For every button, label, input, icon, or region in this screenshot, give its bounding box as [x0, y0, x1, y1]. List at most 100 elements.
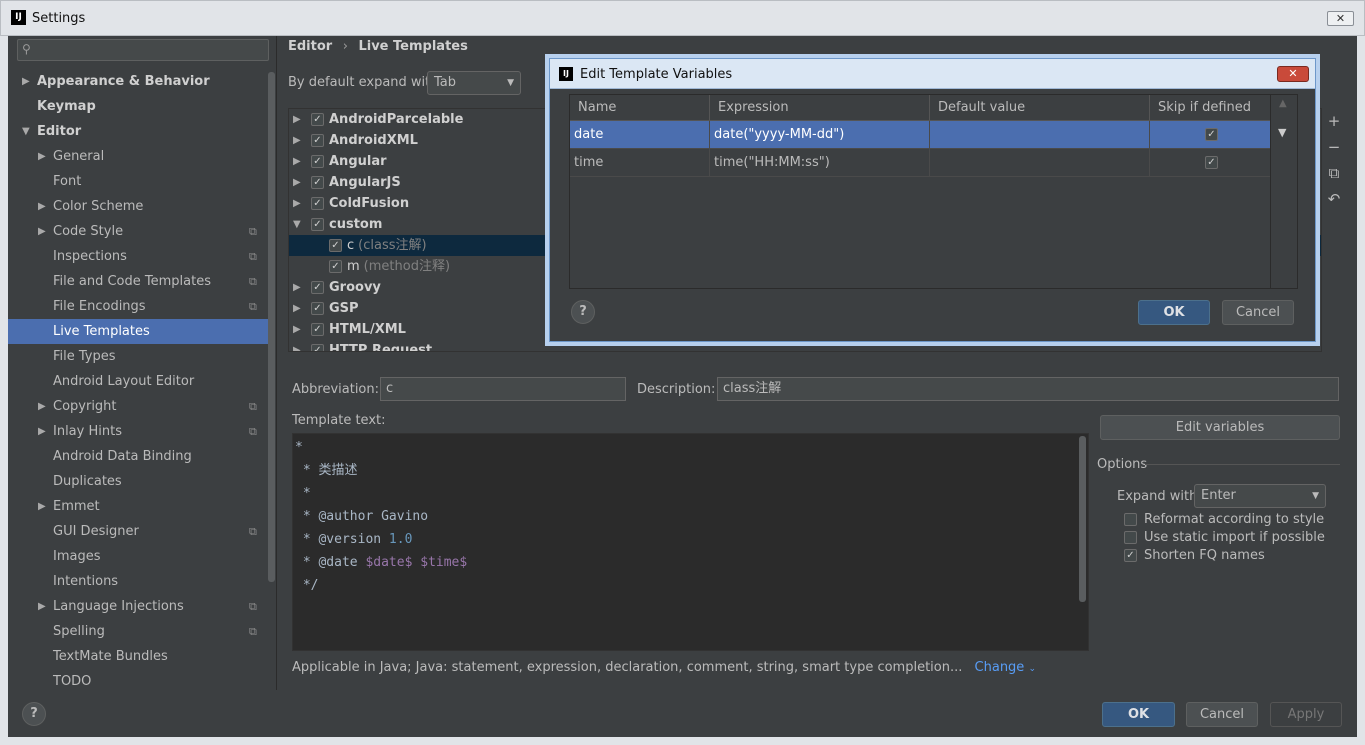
template-text-editor[interactable]: * * 类描述 * * @author Gavino * @version 1.…: [292, 433, 1089, 651]
cancel-button[interactable]: Cancel: [1186, 702, 1258, 727]
description-field[interactable]: class注解: [717, 377, 1339, 401]
skip-if-defined-checkbox[interactable]: ✓: [1205, 128, 1218, 141]
sidebar-item[interactable]: ▶ Color Scheme: [8, 194, 268, 219]
chevron-right-icon[interactable]: ▶: [293, 172, 301, 193]
chevron-right-icon[interactable]: ▶: [38, 144, 46, 169]
table-cell-skip[interactable]: ✓: [1150, 121, 1271, 149]
sidebar-item[interactable]: File Types: [8, 344, 268, 369]
options-expand-select[interactable]: Enter ▼: [1194, 484, 1326, 508]
abbreviation-field[interactable]: c: [380, 377, 626, 401]
group-checkbox[interactable]: ✓: [311, 176, 324, 189]
restore-template-icon[interactable]: ↶: [1325, 190, 1343, 216]
sidebar-item[interactable]: TODO: [8, 669, 268, 694]
group-checkbox[interactable]: ✓: [311, 155, 324, 168]
move-up-icon[interactable]: ▲: [1279, 98, 1287, 109]
chevron-right-icon[interactable]: ▶: [22, 69, 30, 94]
dialog-cancel-button[interactable]: Cancel: [1222, 300, 1294, 325]
chevron-right-icon[interactable]: ▶: [293, 193, 301, 214]
chevron-right-icon[interactable]: ▶: [38, 594, 46, 619]
column-header[interactable]: Name: [570, 95, 710, 121]
chevron-right-icon[interactable]: ▶: [293, 151, 301, 172]
sidebar-item[interactable]: Intentions: [8, 569, 268, 594]
change-contexts-link[interactable]: Change ⌄: [975, 660, 1036, 675]
chevron-right-icon[interactable]: ▶: [38, 394, 46, 419]
table-cell-default[interactable]: [930, 121, 1150, 149]
settings-help-button[interactable]: ?: [22, 702, 46, 726]
column-header[interactable]: Default value: [930, 95, 1150, 121]
remove-template-icon[interactable]: −: [1325, 138, 1343, 164]
table-row[interactable]: date date("yyyy-MM-dd") ✓: [570, 121, 1271, 149]
sidebar-item[interactable]: TextMate Bundles: [8, 644, 268, 669]
group-checkbox[interactable]: ✓: [311, 323, 324, 336]
sidebar-item[interactable]: Spelling ⧉: [8, 619, 268, 644]
sidebar-item[interactable]: Inspections ⧉: [8, 244, 268, 269]
option-checkbox[interactable]: [1124, 531, 1137, 544]
sidebar-item[interactable]: ▼ Editor: [8, 119, 268, 144]
copy-template-icon[interactable]: ⧉: [1325, 164, 1343, 190]
sidebar-item[interactable]: ▶ General: [8, 144, 268, 169]
sidebar-item[interactable]: Android Data Binding: [8, 444, 268, 469]
chevron-right-icon[interactable]: ▶: [293, 130, 301, 151]
chevron-right-icon[interactable]: ▶: [293, 298, 301, 319]
chevron-right-icon[interactable]: ▶: [293, 319, 301, 340]
sidebar-item[interactable]: ▶ Inlay Hints ⧉: [8, 419, 268, 444]
table-cell-name[interactable]: date: [570, 121, 710, 149]
sidebar-item[interactable]: Live Templates: [8, 319, 268, 344]
chevron-right-icon[interactable]: ▶: [293, 109, 301, 130]
apply-button[interactable]: Apply: [1270, 702, 1342, 727]
dialog-close-button[interactable]: ✕: [1277, 66, 1309, 82]
chevron-right-icon[interactable]: ▶: [293, 340, 301, 351]
group-checkbox[interactable]: ✓: [311, 197, 324, 210]
group-checkbox[interactable]: ✓: [311, 218, 324, 231]
option-checkbox[interactable]: ✓: [1124, 549, 1137, 562]
chevron-right-icon[interactable]: ▶: [38, 419, 46, 444]
sidebar-item[interactable]: Font: [8, 169, 268, 194]
dialog-ok-button[interactable]: OK: [1138, 300, 1210, 325]
breadcrumb-parent[interactable]: Editor: [288, 39, 332, 54]
move-down-icon[interactable]: ▼: [1278, 126, 1286, 139]
edit-variables-button[interactable]: Edit variables: [1100, 415, 1340, 440]
table-cell-expression[interactable]: date("yyyy-MM-dd"): [710, 121, 930, 149]
chevron-right-icon[interactable]: ▶: [38, 194, 46, 219]
window-close-button[interactable]: ✕: [1327, 11, 1354, 26]
sidebar-item[interactable]: ▶ Emmet: [8, 494, 268, 519]
template-editor-scrollbar[interactable]: [1079, 436, 1086, 602]
sidebar-item[interactable]: ▶ Code Style ⧉: [8, 219, 268, 244]
chevron-right-icon[interactable]: ▶: [293, 277, 301, 298]
table-row[interactable]: time time("HH:MM:ss") ✓: [570, 149, 1271, 177]
sidebar-item[interactable]: Images: [8, 544, 268, 569]
group-checkbox[interactable]: ✓: [311, 302, 324, 315]
template-checkbox[interactable]: ✓: [329, 239, 342, 252]
sidebar-item[interactable]: ▶ Appearance & Behavior: [8, 69, 268, 94]
sidebar-item[interactable]: ▶ Copyright ⧉: [8, 394, 268, 419]
column-header[interactable]: Expression: [710, 95, 930, 121]
chevron-down-icon[interactable]: ▼: [293, 214, 301, 235]
group-checkbox[interactable]: ✓: [311, 281, 324, 294]
table-cell-skip[interactable]: ✓: [1150, 149, 1271, 177]
chevron-down-icon[interactable]: ▼: [22, 119, 30, 144]
table-cell-default[interactable]: [930, 149, 1150, 177]
table-cell-expression[interactable]: time("HH:MM:ss"): [710, 149, 930, 177]
table-cell-name[interactable]: time: [570, 149, 710, 177]
group-checkbox[interactable]: ✓: [311, 113, 324, 126]
add-template-icon[interactable]: +: [1325, 112, 1343, 138]
column-header[interactable]: Skip if defined: [1150, 95, 1271, 121]
dialog-help-button[interactable]: ?: [571, 300, 595, 324]
sidebar-item[interactable]: Android Layout Editor: [8, 369, 268, 394]
sidebar-item[interactable]: File Encodings ⧉: [8, 294, 268, 319]
sidebar-item[interactable]: File and Code Templates ⧉: [8, 269, 268, 294]
sidebar-scrollbar[interactable]: [268, 72, 275, 582]
template-checkbox[interactable]: ✓: [329, 260, 342, 273]
chevron-right-icon[interactable]: ▶: [38, 494, 46, 519]
group-checkbox[interactable]: ✓: [311, 134, 324, 147]
sidebar-item[interactable]: Keymap: [8, 94, 268, 119]
sidebar-item[interactable]: GUI Designer ⧉: [8, 519, 268, 544]
chevron-right-icon[interactable]: ▶: [38, 219, 46, 244]
sidebar-item[interactable]: ▶ Language Injections ⧉: [8, 594, 268, 619]
sidebar-item[interactable]: Duplicates: [8, 469, 268, 494]
group-checkbox[interactable]: ✓: [311, 344, 324, 351]
default-expand-select[interactable]: Tab ▼: [427, 71, 521, 95]
ok-button[interactable]: OK: [1102, 702, 1175, 727]
settings-search-input[interactable]: ⚲: [17, 39, 269, 61]
skip-if-defined-checkbox[interactable]: ✓: [1205, 156, 1218, 169]
